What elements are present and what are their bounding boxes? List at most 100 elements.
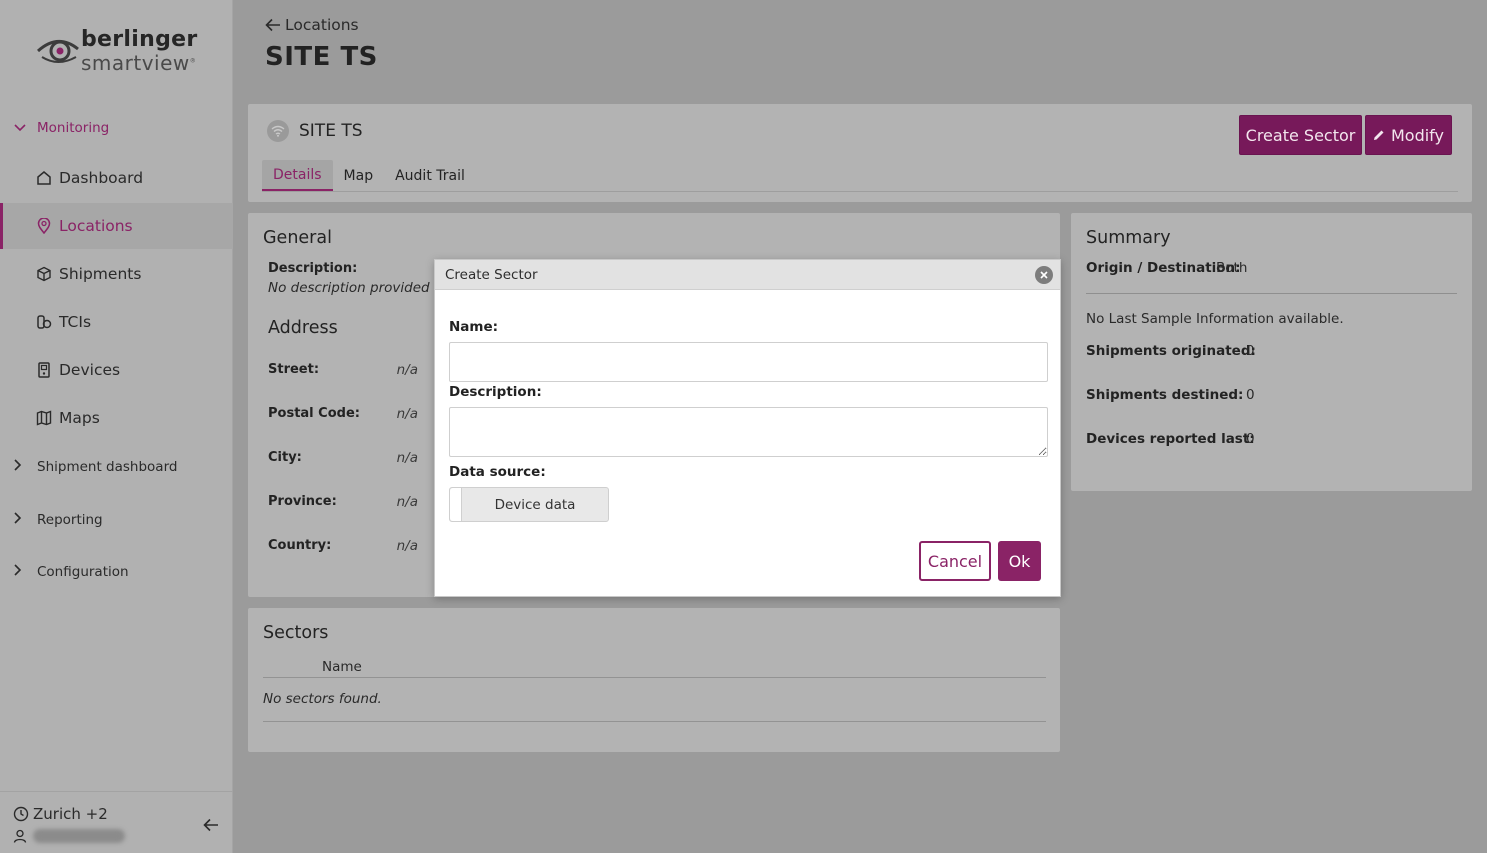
cancel-button[interactable]: Cancel xyxy=(919,541,991,581)
site-name-row: SITE TS xyxy=(267,120,363,142)
wifi-icon xyxy=(267,120,289,142)
description-label: Description: xyxy=(268,261,358,276)
sidebar: berlinger smartview® Monitoring Dashboar… xyxy=(0,0,233,853)
ok-button[interactable]: Ok xyxy=(998,541,1041,581)
modify-button[interactable]: Modify xyxy=(1365,115,1452,155)
origin-destination-value: Both xyxy=(1216,260,1248,276)
sidebar-item-maps[interactable]: Maps xyxy=(0,395,233,441)
sidebar-item-label: Locations xyxy=(59,217,133,235)
box-icon xyxy=(34,266,54,282)
sidebar-item-label: TCIs xyxy=(59,313,92,331)
back-to-locations-link[interactable]: Locations xyxy=(265,16,359,34)
eye-logo-icon xyxy=(36,40,79,63)
nav-group-monitoring[interactable]: Monitoring xyxy=(0,108,233,148)
sidebar-item-devices[interactable]: Devices xyxy=(0,347,233,393)
shipments-destined-value: 0 xyxy=(1246,387,1255,403)
city-label: City: xyxy=(268,450,302,465)
arrow-left-icon xyxy=(203,818,218,832)
street-value: n/a xyxy=(396,362,418,378)
sidebar-item-label: Devices xyxy=(59,361,121,379)
clock-icon xyxy=(13,806,29,822)
site-header-panel: SITE TS Create Sector Modify Details Map… xyxy=(248,104,1472,202)
timezone-indicator[interactable]: Zurich +2 xyxy=(13,805,108,823)
nav-group-shipment-dashboard[interactable]: Shipment dashboard xyxy=(0,447,233,487)
sectors-title: Sectors xyxy=(263,623,329,643)
province-value: n/a xyxy=(396,494,418,510)
sidebar-footer: Zurich +2 xyxy=(0,791,233,853)
nav-group-label: Shipment dashboard xyxy=(37,459,178,475)
postal-code-value: n/a xyxy=(396,406,418,422)
page-title: SITE TS xyxy=(265,42,378,72)
collapse-sidebar-button[interactable] xyxy=(203,816,219,837)
chevron-right-icon xyxy=(14,564,28,580)
nav-group-reporting[interactable]: Reporting xyxy=(0,500,233,540)
tab-details[interactable]: Details xyxy=(262,160,333,191)
table-header-divider xyxy=(263,677,1046,678)
data-source-toggle[interactable]: Device data xyxy=(449,487,609,522)
shipments-originated-label: Shipments originated: xyxy=(1086,343,1256,359)
country-value: n/a xyxy=(396,538,418,554)
close-icon xyxy=(1040,271,1048,279)
modify-label: Modify xyxy=(1390,125,1444,145)
divider xyxy=(1086,293,1457,294)
logo-text-berlinger: berlinger xyxy=(81,27,198,52)
site-tabs: Details Map Audit Trail xyxy=(262,160,1458,192)
description-value: No description provided xyxy=(268,280,430,296)
city-value: n/a xyxy=(396,450,418,466)
user-menu[interactable] xyxy=(13,829,125,843)
sidebar-item-label: Maps xyxy=(59,409,100,427)
user-icon xyxy=(13,829,27,843)
user-name-redacted xyxy=(33,829,125,843)
sidebar-item-tcis[interactable]: TCIs xyxy=(0,299,233,345)
home-icon xyxy=(34,170,54,186)
nav-group-label: Monitoring xyxy=(37,120,110,136)
devices-reported-last-label: Devices reported last: xyxy=(1086,431,1255,447)
tci-icon xyxy=(34,314,54,330)
province-label: Province: xyxy=(268,494,337,509)
shipments-originated-value: 0 xyxy=(1246,343,1255,359)
nav-group-label: Reporting xyxy=(37,512,103,528)
toggle-knob xyxy=(450,488,462,521)
sidebar-item-shipments[interactable]: Shipments xyxy=(0,251,233,297)
timezone-label: Zurich +2 xyxy=(33,805,108,823)
sector-name-input[interactable] xyxy=(449,342,1048,382)
empty-sectors-message: No sectors found. xyxy=(263,691,382,707)
dialog-header: Create Sector xyxy=(435,260,1060,290)
logo-text-smartview: smartview® xyxy=(81,51,197,75)
arrow-left-icon xyxy=(265,18,280,32)
map-icon xyxy=(34,410,54,426)
chevron-right-icon xyxy=(14,459,28,475)
close-dialog-button[interactable] xyxy=(1035,266,1053,284)
sidebar-item-label: Dashboard xyxy=(59,169,144,187)
column-header-name[interactable]: Name xyxy=(322,659,362,675)
data-source-label: Data source: xyxy=(449,464,546,480)
berlinger-logo[interactable]: berlinger smartview® xyxy=(36,27,198,77)
postal-code-label: Postal Code: xyxy=(268,406,360,421)
sectors-panel: Sectors Name No sectors found. xyxy=(248,608,1060,752)
summary-panel: Summary Origin / Destination: Both No La… xyxy=(1071,213,1472,491)
site-name: SITE TS xyxy=(299,121,363,141)
summary-title: Summary xyxy=(1086,228,1171,248)
sidebar-item-label: Shipments xyxy=(59,265,142,283)
general-title: General xyxy=(263,228,332,248)
create-sector-button[interactable]: Create Sector xyxy=(1239,115,1362,155)
description-field-label: Description: xyxy=(449,384,542,400)
chevron-right-icon xyxy=(14,512,28,528)
street-label: Street: xyxy=(268,362,320,377)
tab-audit-trail[interactable]: Audit Trail xyxy=(384,160,476,191)
nav-group-configuration[interactable]: Configuration xyxy=(0,552,233,592)
location-pin-icon xyxy=(34,218,54,234)
sector-description-input[interactable] xyxy=(449,407,1048,457)
back-label: Locations xyxy=(285,16,359,34)
address-title: Address xyxy=(268,318,338,338)
pencil-icon xyxy=(1373,130,1384,140)
name-label: Name: xyxy=(449,319,499,335)
nav-group-label: Configuration xyxy=(37,564,129,580)
devices-reported-last-value: 0 xyxy=(1246,431,1255,447)
tab-map[interactable]: Map xyxy=(333,160,385,191)
sidebar-item-locations[interactable]: Locations xyxy=(0,203,233,249)
no-sample-message: No Last Sample Information available. xyxy=(1086,311,1344,327)
chevron-down-icon xyxy=(14,121,28,136)
table-footer-divider xyxy=(263,721,1046,722)
sidebar-item-dashboard[interactable]: Dashboard xyxy=(0,155,233,201)
